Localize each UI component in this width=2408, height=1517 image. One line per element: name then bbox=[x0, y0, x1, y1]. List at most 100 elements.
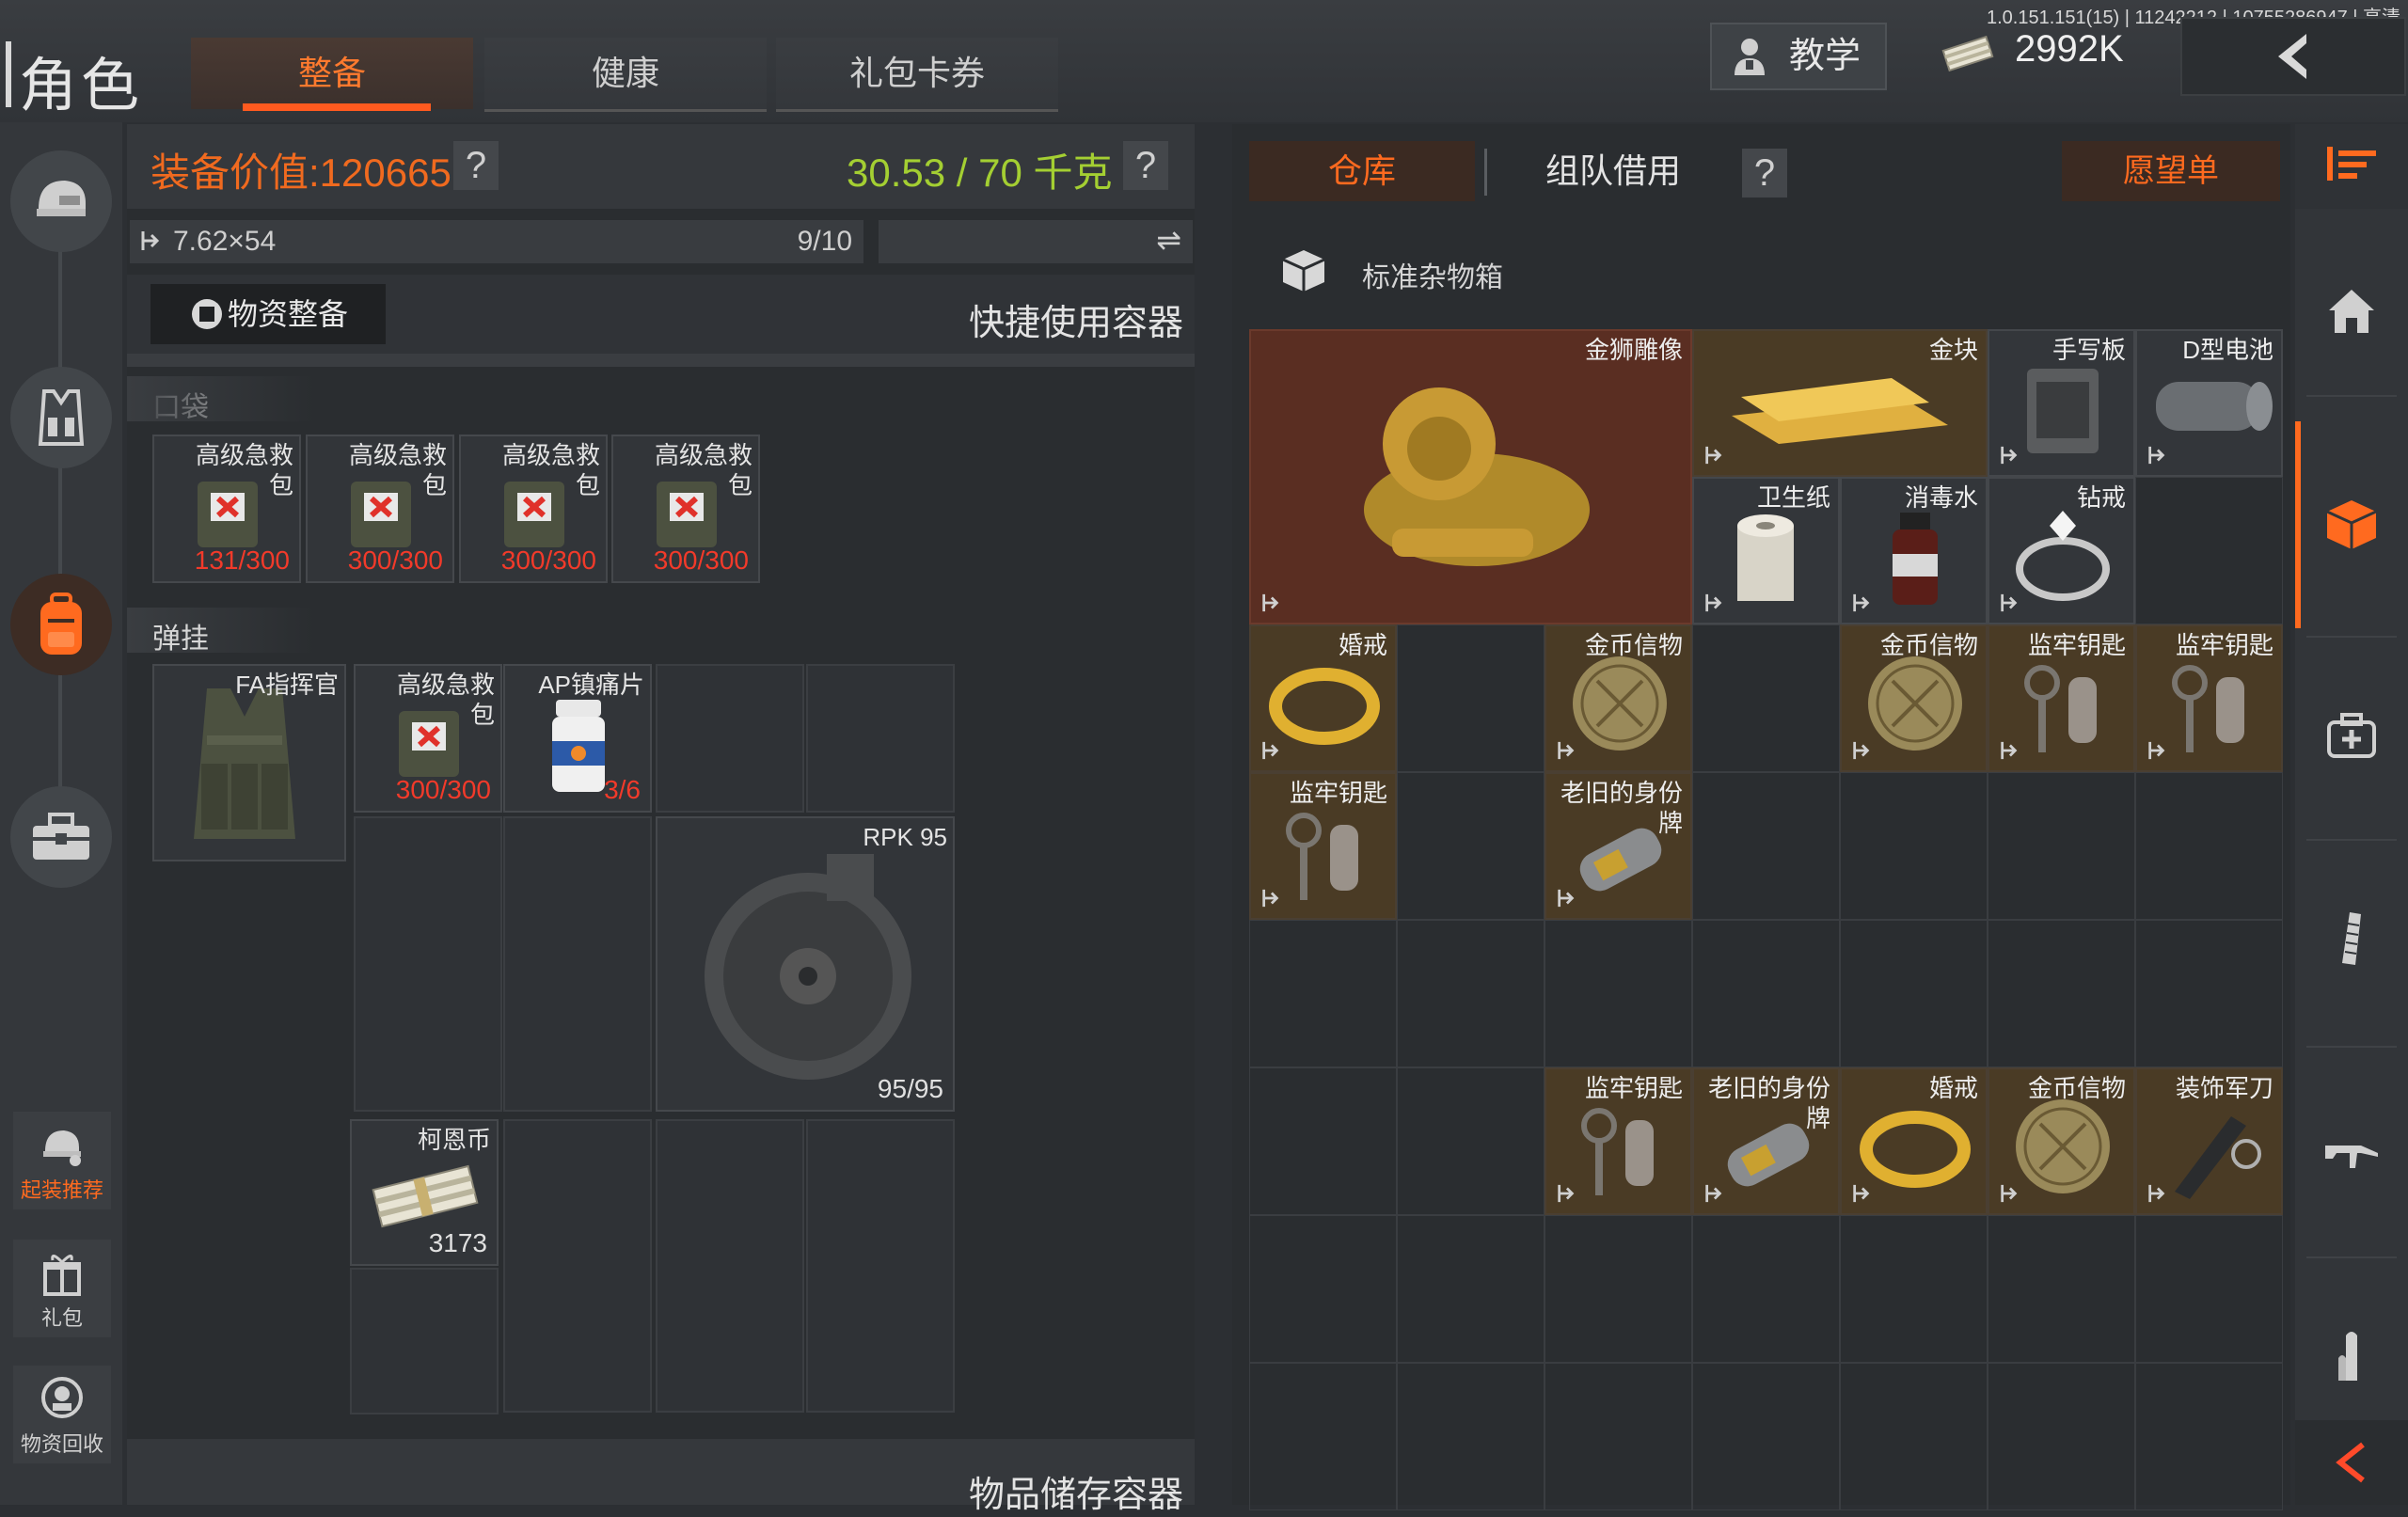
swap-icon[interactable]: ⇌ bbox=[1156, 222, 1181, 258]
grid-cell[interactable] bbox=[1692, 1215, 1840, 1363]
sort-button[interactable] bbox=[2295, 124, 2408, 209]
wishlist-button[interactable]: 愿望单 bbox=[2062, 141, 2280, 201]
empty-slot[interactable] bbox=[503, 1119, 652, 1413]
tab-warehouse[interactable]: 仓库 bbox=[1249, 141, 1475, 201]
stash-item[interactable]: D型电池 bbox=[2135, 329, 2283, 477]
pocket-slot[interactable]: 高级急救 包 300/300 bbox=[306, 435, 454, 583]
tab-health[interactable]: 健康 bbox=[484, 38, 767, 112]
grid-cell[interactable] bbox=[1249, 1067, 1397, 1215]
grid-cell[interactable] bbox=[1988, 1215, 2135, 1363]
stash-item[interactable]: 金狮雕像 bbox=[1249, 329, 1692, 624]
stash-item[interactable]: 消毒水 bbox=[1840, 477, 1988, 624]
grid-cell[interactable] bbox=[1249, 1215, 1397, 1363]
magazine-icon[interactable] bbox=[2323, 910, 2380, 967]
stash-item[interactable]: 金币信物 bbox=[1840, 624, 1988, 772]
stash-item[interactable]: 监牢钥匙 bbox=[2135, 624, 2283, 772]
stash-item[interactable]: 监牢钥匙 bbox=[1545, 1067, 1692, 1215]
tab-gift-coupons[interactable]: 礼包卡券 bbox=[776, 38, 1058, 112]
grid-cell[interactable] bbox=[2135, 772, 2283, 920]
stash-item[interactable]: 钻戒 bbox=[1988, 477, 2135, 624]
grid-cell[interactable] bbox=[1840, 1363, 1988, 1510]
tab-gear[interactable]: 整备 bbox=[191, 38, 473, 111]
ammo-bar[interactable]: 7.62×54 9/10 bbox=[130, 220, 863, 263]
tab-team-borrow[interactable]: 组队借用 bbox=[1496, 141, 1731, 201]
grid-cell[interactable] bbox=[1988, 772, 2135, 920]
grid-cell[interactable] bbox=[1249, 1363, 1397, 1510]
gift-button[interactable]: 礼包 bbox=[13, 1240, 111, 1337]
weight-help-button[interactable]: ? bbox=[1123, 141, 1168, 190]
grid-cell[interactable] bbox=[2135, 1363, 2283, 1510]
pocket-slot[interactable]: 高级急救 包 131/300 bbox=[152, 435, 301, 583]
grid-cell[interactable] bbox=[2135, 477, 2283, 624]
rig-slot[interactable]: FA指挥官 bbox=[152, 664, 346, 861]
rail-backpack-button[interactable] bbox=[10, 574, 112, 675]
ammo-swap-bar[interactable]: ⇌ bbox=[879, 220, 1193, 263]
stash-item[interactable]: 卫生纸 bbox=[1692, 477, 1840, 624]
grid-cell[interactable] bbox=[1397, 920, 1545, 1067]
grid-cell[interactable] bbox=[1840, 920, 1988, 1067]
rail-vest-button[interactable] bbox=[10, 367, 112, 468]
empty-slot[interactable] bbox=[806, 1119, 955, 1413]
pocket-slot[interactable]: 高级急救 包 300/300 bbox=[611, 435, 760, 583]
empty-slot[interactable] bbox=[806, 664, 955, 813]
loadout-recommend-button[interactable]: 起装推荐 bbox=[13, 1112, 111, 1209]
stash-item[interactable]: 婚戒 bbox=[1840, 1067, 1988, 1215]
grid-cell[interactable] bbox=[2135, 920, 2283, 1067]
medkit-icon[interactable] bbox=[2323, 707, 2380, 764]
grid-cell[interactable] bbox=[1397, 1363, 1545, 1510]
grid-cell[interactable] bbox=[1545, 1215, 1692, 1363]
grid-cell[interactable] bbox=[1692, 624, 1840, 772]
grid-cell[interactable] bbox=[1988, 1363, 2135, 1510]
back-button[interactable] bbox=[2180, 17, 2406, 96]
empty-slot[interactable] bbox=[354, 816, 502, 1112]
rig-item-slot[interactable]: 柯恩币 3173 bbox=[350, 1119, 499, 1266]
home-icon[interactable] bbox=[2323, 282, 2380, 339]
empty-slot[interactable] bbox=[350, 1268, 499, 1414]
grid-cell[interactable] bbox=[1545, 1363, 1692, 1510]
grid-cell[interactable] bbox=[1545, 920, 1692, 1067]
equip-value: 装备价值:120665 bbox=[150, 150, 452, 195]
grid-cell[interactable] bbox=[1692, 1363, 1840, 1510]
tutorial-button[interactable]: 教学 bbox=[1710, 23, 1887, 90]
stash-help-button[interactable]: ? bbox=[1742, 149, 1787, 198]
grid-cell[interactable] bbox=[1988, 920, 2135, 1067]
rail-separator bbox=[2306, 839, 2397, 841]
recycle-button[interactable]: 物资回收 bbox=[13, 1366, 111, 1463]
stash-item[interactable]: 金块 bbox=[1692, 329, 1988, 477]
empty-slot[interactable] bbox=[503, 816, 652, 1112]
grid-cell[interactable] bbox=[1397, 772, 1545, 920]
grid-cell[interactable] bbox=[1397, 1067, 1545, 1215]
stash-item[interactable]: 手写板 bbox=[1988, 329, 2135, 477]
grid-cell[interactable] bbox=[1397, 1215, 1545, 1363]
grid-cell[interactable] bbox=[2135, 1215, 2283, 1363]
stash-item[interactable]: 婚戒 bbox=[1249, 624, 1397, 772]
equip-value-help-button[interactable]: ? bbox=[453, 141, 499, 190]
stash-item[interactable]: 监牢钥匙 bbox=[1249, 772, 1397, 920]
grid-cell[interactable] bbox=[1692, 772, 1840, 920]
stash-grid[interactable]: 金狮雕像 金块 手写板 D型电池 卫生纸 消毒水 钻戒 婚戒 金币信物 金币信物… bbox=[1249, 329, 2283, 1510]
stash-item[interactable]: 金币信物 bbox=[1545, 624, 1692, 772]
grid-cell[interactable] bbox=[1840, 772, 1988, 920]
bullet-icon[interactable] bbox=[2323, 1330, 2380, 1386]
stash-item[interactable]: 监牢钥匙 bbox=[1988, 624, 2135, 772]
grid-cell[interactable] bbox=[1249, 920, 1397, 1067]
rig-item-slot[interactable]: AP镇痛片 3/6 bbox=[503, 664, 652, 813]
collapse-button[interactable] bbox=[2295, 1420, 2408, 1505]
grid-cell[interactable] bbox=[1840, 1215, 1988, 1363]
stash-item[interactable]: 装饰军刀 bbox=[2135, 1067, 2283, 1215]
stash-box-icon[interactable] bbox=[2323, 497, 2380, 553]
stash-item[interactable]: 老旧的身份 牌 bbox=[1545, 772, 1692, 920]
grid-cell[interactable] bbox=[1692, 920, 1840, 1067]
stash-item[interactable]: 老旧的身份 牌 bbox=[1692, 1067, 1840, 1215]
pocket-slot[interactable]: 高级急救 包 300/300 bbox=[459, 435, 608, 583]
rifle-icon[interactable] bbox=[2323, 1125, 2380, 1181]
rail-toolbox-button[interactable] bbox=[10, 786, 112, 888]
rig-item-slot[interactable]: 高级急救 包 300/300 bbox=[354, 664, 502, 813]
rail-helmet-button[interactable] bbox=[10, 150, 112, 252]
empty-slot[interactable] bbox=[656, 1119, 804, 1413]
rig-item-slot[interactable]: RPK 95 95/95 bbox=[656, 816, 955, 1112]
empty-slot[interactable] bbox=[656, 664, 804, 813]
supplies-button[interactable]: 物资整备 bbox=[150, 284, 386, 344]
stash-item[interactable]: 金币信物 bbox=[1988, 1067, 2135, 1215]
grid-cell[interactable] bbox=[1397, 624, 1545, 772]
